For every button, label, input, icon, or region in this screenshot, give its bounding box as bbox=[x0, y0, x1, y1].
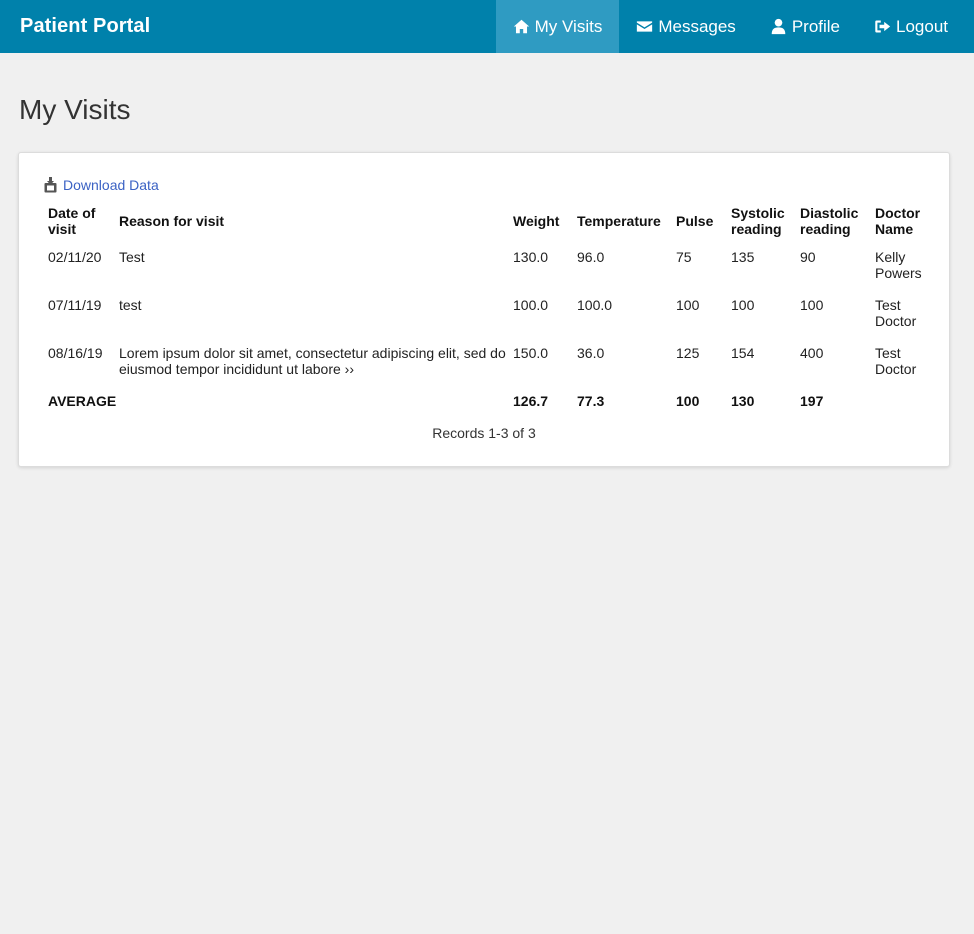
header-doctor[interactable]: Doctor Name bbox=[872, 201, 929, 241]
cell-reason[interactable]: Lorem ipsum dolor sit amet, consectetur … bbox=[116, 337, 510, 385]
cell-pulse: 75 bbox=[676, 249, 692, 265]
average-temperature: 77.3 bbox=[577, 393, 605, 409]
cell-doctor: Test Doctor bbox=[875, 345, 917, 377]
cell-systolic: 100 bbox=[731, 297, 755, 313]
cell-weight: 130.0 bbox=[513, 249, 549, 265]
header-date[interactable]: Date of visit bbox=[45, 201, 116, 241]
cell-temperature: 96.0 bbox=[577, 249, 605, 265]
average-weight: 126.7 bbox=[513, 393, 549, 409]
cell-reason: test bbox=[119, 297, 142, 313]
cell-systolic: 154 bbox=[731, 345, 755, 361]
cell-pulse: 100 bbox=[676, 297, 700, 313]
brand-title[interactable]: Patient Portal bbox=[20, 0, 150, 53]
top-navbar: Patient Portal My Visits Messages Profil… bbox=[0, 0, 974, 53]
cell-diastolic: 90 bbox=[800, 249, 816, 265]
header-systolic[interactable]: Systolic reading bbox=[728, 201, 797, 241]
header-pulse[interactable]: Pulse bbox=[673, 201, 728, 241]
user-icon bbox=[771, 18, 786, 35]
average-row: AVERAGE 126.7 77.3 100 130 197 bbox=[45, 385, 929, 417]
visits-table: Date of visit Reason for visit Weight Te… bbox=[45, 201, 929, 417]
average-doctor-empty bbox=[872, 385, 929, 417]
nav-item-label: Messages bbox=[658, 16, 736, 36]
average-systolic: 130 bbox=[731, 393, 755, 409]
envelope-icon bbox=[637, 21, 653, 32]
table-row[interactable]: 02/11/20 Test 130.0 96.0 75 135 90 Kelly… bbox=[45, 241, 929, 289]
download-data-link[interactable]: Download Data bbox=[44, 177, 159, 193]
cell-date: 02/11/20 bbox=[48, 249, 102, 265]
cell-systolic: 135 bbox=[731, 249, 755, 265]
cell-weight: 100.0 bbox=[513, 297, 549, 313]
cell-reason: Test bbox=[119, 249, 145, 265]
average-pulse: 100 bbox=[676, 393, 700, 409]
nav-item-profile[interactable]: Profile bbox=[753, 0, 857, 53]
header-diastolic[interactable]: Diastolic reading bbox=[797, 201, 872, 241]
cell-diastolic: 400 bbox=[800, 345, 824, 361]
nav-item-logout[interactable]: Logout bbox=[857, 0, 965, 53]
cell-temperature: 36.0 bbox=[577, 345, 605, 361]
nav-item-label: Logout bbox=[896, 16, 948, 36]
cell-pulse: 125 bbox=[676, 345, 700, 361]
home-icon bbox=[513, 19, 529, 34]
download-icon bbox=[44, 177, 57, 193]
table-row[interactable]: 08/16/19 Lorem ipsum dolor sit amet, con… bbox=[45, 337, 929, 385]
nav-item-label: Profile bbox=[791, 16, 840, 36]
average-diastolic: 197 bbox=[800, 393, 824, 409]
visits-card: Download Data Date of visit Reason for v… bbox=[18, 152, 950, 467]
nav-item-my-visits[interactable]: My Visits bbox=[495, 0, 620, 53]
cell-date: 08/16/19 bbox=[48, 345, 103, 361]
table-row[interactable]: 07/11/19 test 100.0 100.0 100 100 100 Te… bbox=[45, 289, 929, 337]
records-count: Records 1-3 of 3 bbox=[432, 425, 536, 441]
table-header-row: Date of visit Reason for visit Weight Te… bbox=[45, 201, 929, 241]
header-reason[interactable]: Reason for visit bbox=[116, 201, 510, 241]
page-title: My Visits bbox=[19, 94, 131, 125]
cell-date: 07/11/19 bbox=[48, 297, 102, 313]
cell-doctor: Test Doctor bbox=[875, 297, 917, 329]
cell-weight: 150.0 bbox=[513, 345, 549, 361]
cell-doctor: Kelly Powers bbox=[875, 249, 922, 281]
download-data-label: Download Data bbox=[63, 177, 159, 193]
nav-item-messages[interactable]: Messages bbox=[619, 0, 752, 53]
main-nav: My Visits Messages Profile Logout bbox=[495, 0, 965, 53]
header-temperature[interactable]: Temperature bbox=[574, 201, 673, 241]
cell-temperature: 100.0 bbox=[577, 297, 613, 313]
nav-item-label: My Visits bbox=[534, 16, 603, 36]
header-weight[interactable]: Weight bbox=[510, 201, 574, 241]
cell-diastolic: 100 bbox=[800, 297, 824, 313]
average-label: AVERAGE bbox=[48, 393, 117, 409]
sign-out-icon bbox=[875, 20, 891, 33]
